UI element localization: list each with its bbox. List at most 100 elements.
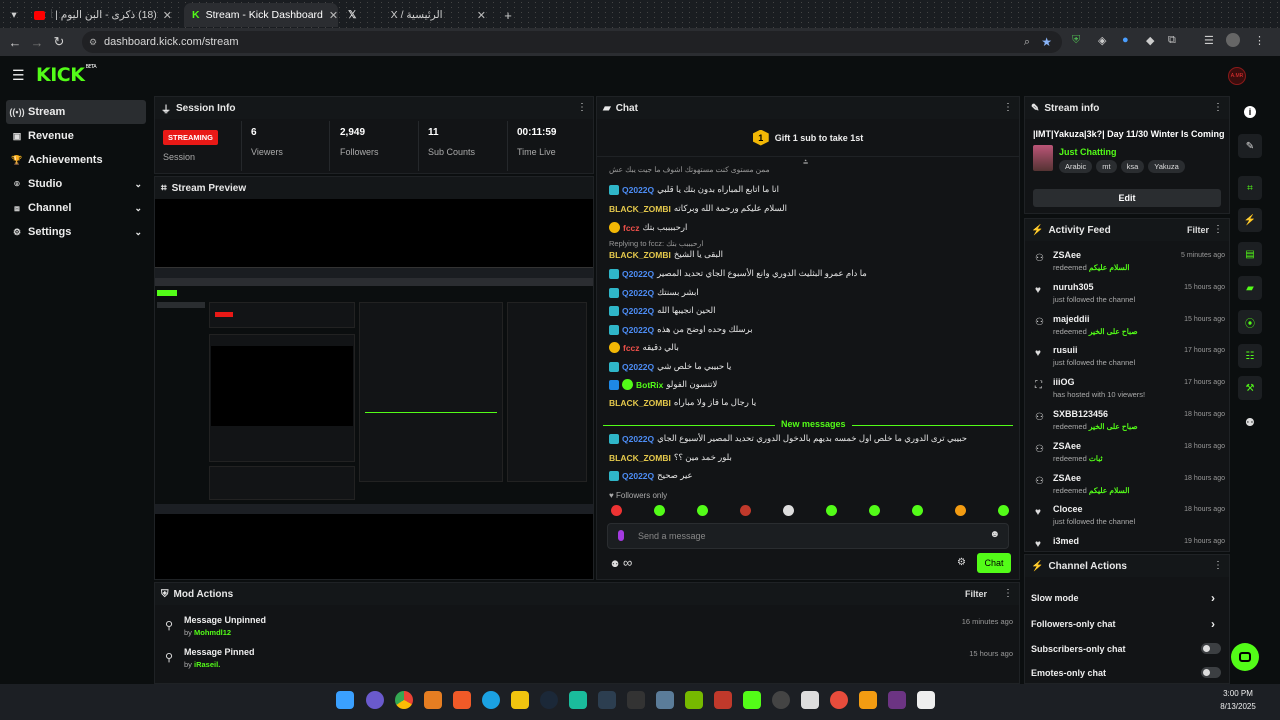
nvidia-icon[interactable]: [685, 691, 703, 709]
emote-icon[interactable]: [826, 505, 837, 516]
file-explorer-icon[interactable]: [511, 691, 529, 709]
support-chat-button[interactable]: [1231, 643, 1259, 671]
sidebar-item-revenue[interactable]: ▣ Revenue: [6, 124, 146, 148]
lightning-icon[interactable]: ⚡: [1238, 208, 1262, 232]
new-tab-button[interactable]: +: [498, 3, 518, 27]
stream-preview-video[interactable]: [155, 267, 593, 514]
chat-username[interactable]: fccz: [623, 343, 640, 353]
chat-username[interactable]: fccz: [623, 223, 640, 233]
profile-avatar[interactable]: [1226, 33, 1240, 47]
activity-filter-button[interactable]: Filter: [1187, 225, 1209, 235]
stream-tag[interactable]: Arabic: [1059, 160, 1093, 173]
app-icon[interactable]: [714, 691, 732, 709]
chat-username[interactable]: Q2022Q: [622, 306, 654, 316]
edit-stream-info-button[interactable]: Edit: [1033, 189, 1221, 207]
stream-tag[interactable]: ksa: [1120, 160, 1145, 173]
chat-username[interactable]: BLACK_ZOMBI: [609, 398, 671, 408]
app-icon[interactable]: [888, 691, 906, 709]
back-arrow-icon[interactable]: ←: [4, 35, 26, 50]
app-icon[interactable]: [569, 691, 587, 709]
sidebar-item-stream[interactable]: ((•)) Stream: [6, 100, 146, 124]
activity-username[interactable]: iiiOG: [1053, 377, 1075, 387]
more-options-icon[interactable]: ⋮: [1213, 224, 1223, 235]
hamburger-menu-icon[interactable]: ☰: [12, 67, 25, 84]
menu-kebab-icon[interactable]: ⋮: [1254, 34, 1265, 47]
extension-icon[interactable]: ◈: [1098, 34, 1106, 47]
activity-username[interactable]: SXBB123456: [1053, 409, 1108, 419]
chat-username[interactable]: Q2022Q: [622, 471, 654, 481]
app-icon[interactable]: [801, 691, 819, 709]
extension-icon[interactable]: ◆: [1146, 34, 1154, 47]
forward-arrow-icon[interactable]: →: [26, 35, 48, 50]
chat-settings-gear-icon[interactable]: ⚙: [957, 557, 966, 568]
mod-user[interactable]: iRaseil.: [194, 660, 220, 669]
emote-icon[interactable]: [955, 505, 966, 516]
chat-input[interactable]: Send a message ☻: [607, 523, 1009, 549]
app-icon[interactable]: [772, 691, 790, 709]
chat-username[interactable]: BotRix: [636, 380, 663, 390]
chrome-icon[interactable]: [395, 691, 413, 709]
activity-username[interactable]: Clocee: [1053, 504, 1083, 514]
bookmark-star-icon[interactable]: ★: [1041, 35, 1052, 49]
mod-user[interactable]: Mohmdl12: [194, 628, 231, 637]
send-chat-button[interactable]: Chat: [977, 553, 1011, 573]
users-icon[interactable]: ⚉: [611, 559, 619, 570]
wrench-icon[interactable]: ⚒: [1238, 376, 1262, 400]
sidebar-item-studio[interactable]: ⌾ Studio ⌄: [6, 172, 146, 196]
chat-bubble-icon[interactable]: ▰: [1238, 276, 1262, 300]
url-field[interactable]: ⚙ dashboard.kick.com/stream ⌕ ★: [82, 31, 1062, 53]
emote-icon[interactable]: [740, 505, 751, 516]
sidebar-item-channel[interactable]: ⧈ Channel ⌄: [6, 196, 146, 220]
activity-username[interactable]: majeddii: [1053, 314, 1090, 324]
users-icon[interactable]: ⚉: [1245, 416, 1255, 429]
notepad-icon[interactable]: [917, 691, 935, 709]
pencil-icon[interactable]: ✎: [1238, 134, 1262, 158]
app-icon[interactable]: [424, 691, 442, 709]
stream-tag[interactable]: Yakuza: [1148, 160, 1185, 173]
subscribers-only-toggle[interactable]: [1201, 643, 1221, 654]
info-icon[interactable]: i: [1244, 106, 1256, 118]
chat-username[interactable]: BLACK_ZOMBI: [609, 204, 671, 214]
chat-username[interactable]: Q2022Q: [622, 362, 654, 372]
epic-games-icon[interactable]: [627, 691, 645, 709]
mic-icon[interactable]: [618, 530, 624, 541]
browser-tab-kick[interactable]: K Stream - Kick Dashboard ✕: [184, 3, 338, 27]
browser-tab-youtube[interactable]: (18) ذكرى - البن اليوم | ألبوم كامل ✕: [26, 3, 180, 27]
browser-tab-x[interactable]: 𝕏 الرئيسية / X ✕: [340, 3, 494, 27]
emote-icon[interactable]: [697, 505, 708, 516]
emotes-only-toggle[interactable]: [1201, 667, 1221, 678]
activity-username[interactable]: ZSAee: [1053, 473, 1081, 483]
more-options-icon[interactable]: ⋮: [1213, 560, 1223, 571]
document-icon[interactable]: ▤: [1238, 242, 1262, 266]
chat-username[interactable]: Q2022Q: [622, 288, 654, 298]
chat-username[interactable]: BLACK_ZOMBI: [609, 453, 671, 463]
close-icon[interactable]: ✕: [329, 9, 338, 22]
category-name[interactable]: Just Chatting: [1059, 147, 1117, 157]
chat-username[interactable]: Q2022Q: [622, 269, 654, 279]
extension-shield-icon[interactable]: ⛨: [1072, 34, 1080, 47]
windows-start-icon[interactable]: [336, 691, 354, 709]
chat-username[interactable]: Q2022Q: [622, 185, 654, 195]
kick-app-icon[interactable]: [743, 691, 761, 709]
activity-username[interactable]: i3med: [1053, 536, 1079, 546]
followers-only-row[interactable]: Followers-only chat ›: [1031, 617, 1221, 631]
extension-icon[interactable]: ●: [1122, 34, 1129, 46]
app-icon[interactable]: [656, 691, 674, 709]
chat-username[interactable]: Q2022Q: [622, 325, 654, 335]
emote-icon[interactable]: [654, 505, 665, 516]
activity-username[interactable]: ZSAee: [1053, 441, 1081, 451]
chat-username[interactable]: Q2022Q: [622, 434, 654, 444]
xbox-icon[interactable]: [598, 691, 616, 709]
brave-icon[interactable]: [453, 691, 471, 709]
sidebar-item-achievements[interactable]: 🏆 Achievements: [6, 148, 146, 172]
stream-tag[interactable]: mt: [1096, 160, 1117, 173]
kick-logo[interactable]: KICKBETA: [36, 64, 97, 86]
mod-filter-button[interactable]: Filter: [965, 589, 987, 599]
slow-mode-row[interactable]: Slow mode ›: [1031, 591, 1221, 605]
activity-username[interactable]: rusuii: [1053, 345, 1078, 355]
downloads-icon[interactable]: ☰: [1204, 34, 1214, 47]
edge-icon[interactable]: [482, 691, 500, 709]
emote-icon[interactable]: [998, 505, 1009, 516]
sidebar-item-settings[interactable]: ⚙ Settings ⌄: [6, 220, 146, 244]
emote-icon[interactable]: [783, 505, 794, 516]
